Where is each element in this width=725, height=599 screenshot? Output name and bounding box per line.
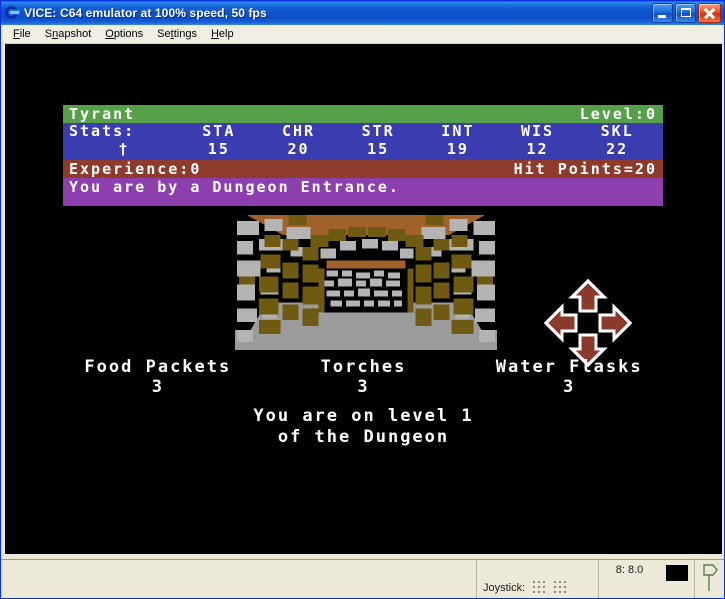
stat-name-str: STR <box>361 122 395 140</box>
stat-name-chr: CHR <box>281 122 316 140</box>
stat-name-wis: WIS <box>520 122 555 140</box>
inventory-count-food: 3 <box>151 377 164 397</box>
menu-item-settings[interactable]: Settings <box>150 26 204 42</box>
hero-glyph-icon: † <box>118 140 130 158</box>
level-message-line-2: of the Dungeon <box>277 427 450 447</box>
inventory-item-food: Food Packets 3 <box>55 357 261 397</box>
drive-status-text: 8: 8.0 <box>615 564 644 576</box>
minimize-button[interactable] <box>652 3 673 23</box>
datasette-icon <box>702 564 718 591</box>
joystick-status[interactable]: Joystick: <box>476 560 598 598</box>
inventory-item-torches: Torches 3 <box>261 357 467 397</box>
status-bar: Joystick: 8: 8.0 <box>1 559 724 598</box>
stat-name-int: INT <box>441 122 475 140</box>
stats-value-row: † 15 20 15 19 12 22 <box>69 141 657 158</box>
stat-value-skl: 22 <box>606 140 629 158</box>
location-message: You are by a Dungeon Entrance. <box>69 178 400 196</box>
arrow-right-icon <box>598 303 633 343</box>
stats-band: Stats: STA CHR STR INT WIS SKL † 15 20 1… <box>63 123 663 160</box>
menu-item-file[interactable]: File <box>6 26 38 42</box>
menu-item-options[interactable]: Options <box>98 26 150 42</box>
inventory-count-torches: 3 <box>357 377 370 397</box>
inventory-label-torches: Torches <box>320 357 407 377</box>
drive-led-off-icon <box>666 565 688 581</box>
menu-bar: File Snapshot Options Settings Help <box>1 25 724 44</box>
inventory-row: Food Packets 3 Torches 3 Water Flasks 3 <box>5 357 722 397</box>
stat-value-int: 19 <box>446 140 469 158</box>
hit-points-value: Hit Points=20 <box>513 159 657 178</box>
stat-name-sta: STA <box>202 122 236 140</box>
arrow-left-icon <box>543 303 578 343</box>
stat-value-sta: 15 <box>207 140 230 158</box>
game-status-panel: Tyrant Level:0 Stats: STA CHR STR INT WI… <box>63 105 663 206</box>
experience-value: Experience:0 <box>69 159 202 178</box>
joystick-port-2-grid[interactable] <box>553 580 567 594</box>
emulator-viewport: Tyrant Level:0 Stats: STA CHR STR INT WI… <box>1 44 724 559</box>
inventory-label-water: Water Flasks <box>495 357 643 377</box>
experience-band: Experience:0 Hit Points=20 <box>63 160 663 178</box>
maximize-button[interactable] <box>675 3 696 23</box>
location-message-band: You are by a Dungeon Entrance. <box>63 178 663 206</box>
menu-item-help[interactable]: Help <box>204 26 241 42</box>
character-band: Tyrant Level:0 <box>63 105 663 123</box>
stat-value-chr: 20 <box>287 140 310 158</box>
inventory-label-food: Food Packets <box>84 357 232 377</box>
arrow-up-icon <box>568 278 608 313</box>
inventory-count-water: 3 <box>563 377 576 397</box>
character-level: Level:0 <box>579 104 657 123</box>
c64-screen[interactable]: Tyrant Level:0 Stats: STA CHR STR INT WI… <box>5 44 722 554</box>
dungeon-entrance-graphic <box>230 211 502 354</box>
menu-item-snapshot[interactable]: Snapshot <box>38 26 99 42</box>
drive-led-indicator <box>660 560 694 598</box>
datasette-status[interactable] <box>694 560 724 598</box>
stats-label: Stats: <box>69 122 136 140</box>
stat-value-str: 15 <box>367 140 390 158</box>
vice-emulator-window: VICE: C64 emulator at 100% speed, 50 fps… <box>0 0 725 599</box>
window-controls <box>652 3 721 23</box>
drive-status[interactable]: 8: 8.0 <box>598 560 660 598</box>
joystick-port-1-grid[interactable] <box>532 580 546 594</box>
joystick-label: Joystick: <box>483 582 526 594</box>
vice-c-logo-icon <box>4 5 20 21</box>
stat-name-skl: SKL <box>600 122 634 140</box>
title-bar[interactable]: VICE: C64 emulator at 100% speed, 50 fps <box>1 1 724 25</box>
inventory-item-water: Water Flasks 3 <box>466 357 672 397</box>
compass-control[interactable] <box>542 277 634 369</box>
status-bar-spacer <box>1 560 476 598</box>
stat-value-wis: 12 <box>526 140 549 158</box>
window-title: VICE: C64 emulator at 100% speed, 50 fps <box>24 6 267 20</box>
level-message: You are on level 1 of the Dungeon <box>5 406 722 448</box>
close-button[interactable] <box>698 3 721 23</box>
character-name: Tyrant <box>69 104 136 123</box>
stats-label-row: Stats: STA CHR STR INT WIS SKL <box>69 123 657 140</box>
level-message-line-1: You are on level 1 <box>253 406 474 426</box>
